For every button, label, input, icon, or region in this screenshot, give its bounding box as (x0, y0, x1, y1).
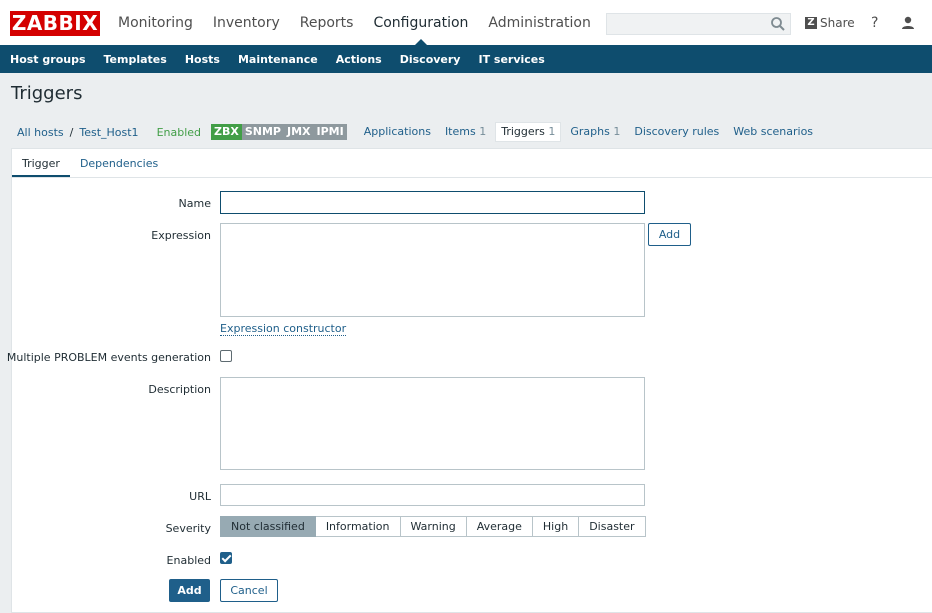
menu-administration[interactable]: Administration (478, 0, 600, 45)
breadcrumb-all-hosts[interactable]: All hosts (11, 126, 70, 139)
submenu-host-groups[interactable]: Host groups (1, 45, 95, 73)
badge-ipmi: IPMI (313, 124, 347, 140)
enabled-checkbox[interactable] (220, 552, 232, 564)
main-menu: Monitoring Inventory Reports Configurati… (108, 0, 601, 45)
menu-configuration[interactable]: Configuration (363, 0, 478, 45)
tab-trigger[interactable]: Trigger (12, 149, 70, 177)
url-input[interactable] (220, 484, 645, 506)
menu-inventory[interactable]: Inventory (203, 0, 290, 45)
add-button[interactable]: Add (169, 579, 210, 602)
severity-disaster[interactable]: Disaster (579, 516, 646, 537)
share-label: Share (820, 16, 855, 30)
multiple-problem-label: Multiple PROBLEM events generation (6, 351, 211, 364)
name-label: Name (178, 197, 211, 210)
severity-average[interactable]: Average (466, 516, 533, 537)
submenu-it-services[interactable]: IT services (469, 45, 553, 73)
help-icon[interactable]: ? (871, 15, 878, 31)
menu-monitoring[interactable]: Monitoring (108, 0, 203, 45)
sub-menu: Host groups Templates Hosts Maintenance … (0, 45, 932, 73)
expression-label: Expression (151, 229, 211, 242)
host-tab-graphs[interactable]: Graphs 1 (565, 123, 625, 141)
submenu-templates[interactable]: Templates (95, 45, 176, 73)
name-input[interactable] (220, 191, 645, 214)
badge-zbx: ZBX (211, 124, 242, 140)
severity-high[interactable]: High (532, 516, 580, 537)
expression-textarea[interactable] (220, 223, 645, 317)
enabled-label: Enabled (166, 554, 211, 567)
items-count: 1 (479, 125, 487, 138)
severity-not-classified[interactable]: Not classified (220, 516, 316, 537)
search-input[interactable] (606, 13, 791, 35)
severity-label: Severity (165, 522, 211, 535)
cancel-button[interactable]: Cancel (220, 579, 278, 602)
submenu-hosts[interactable]: Hosts (176, 45, 229, 73)
severity-information[interactable]: Information (315, 516, 401, 537)
breadcrumb-host[interactable]: Test_Host1 (73, 126, 144, 139)
description-label: Description (148, 383, 211, 396)
host-status-enabled[interactable]: Enabled (145, 126, 211, 139)
host-navigation: All hosts / Test_Host1 Enabled ZBX SNMP … (11, 117, 932, 147)
badge-snmp: SNMP (241, 124, 284, 140)
badge-jmx: JMX (284, 124, 314, 140)
share-button[interactable]: Z Share (805, 16, 855, 30)
menu-reports[interactable]: Reports (290, 0, 364, 45)
submenu-discovery[interactable]: Discovery (391, 45, 470, 73)
url-label: URL (189, 490, 211, 503)
submenu-maintenance[interactable]: Maintenance (229, 45, 327, 73)
host-tab-items[interactable]: Items 1 (440, 123, 491, 141)
tab-dependencies[interactable]: Dependencies (70, 149, 168, 177)
expression-add-button[interactable]: Add (648, 223, 691, 246)
multiple-problem-checkbox[interactable] (220, 350, 232, 362)
severity-selector: Not classified Information Warning Avera… (220, 516, 646, 537)
user-profile-icon[interactable] (900, 15, 916, 31)
zabbix-logo[interactable]: ZABBIX (10, 11, 100, 36)
severity-warning[interactable]: Warning (400, 516, 467, 537)
host-tab-triggers[interactable]: Triggers 1 (495, 122, 562, 142)
search-icon[interactable] (770, 16, 786, 32)
form-tabs: Trigger Dependencies (12, 149, 932, 178)
host-tab-web-scenarios[interactable]: Web scenarios (728, 123, 818, 141)
page-title: Triggers (11, 83, 83, 104)
share-icon: Z (805, 17, 817, 29)
host-tab-discovery-rules[interactable]: Discovery rules (629, 123, 724, 141)
top-bar: ZABBIX Monitoring Inventory Reports Conf… (0, 0, 932, 45)
submenu-actions[interactable]: Actions (327, 45, 391, 73)
graphs-label: Graphs (570, 125, 610, 138)
availability-badges: ZBX SNMP JMX IPMI (211, 124, 347, 140)
triggers-count: 1 (548, 125, 556, 138)
applications-label: Applications (363, 125, 431, 138)
triggers-label: Triggers (501, 125, 545, 138)
trigger-form: Trigger Dependencies Name Expression Add… (7, 148, 932, 613)
items-label: Items (444, 125, 476, 138)
host-tab-applications[interactable]: Applications (359, 123, 436, 141)
graphs-count: 1 (613, 125, 621, 138)
description-textarea[interactable] (220, 377, 645, 470)
expression-constructor-link[interactable]: Expression constructor (220, 322, 347, 336)
